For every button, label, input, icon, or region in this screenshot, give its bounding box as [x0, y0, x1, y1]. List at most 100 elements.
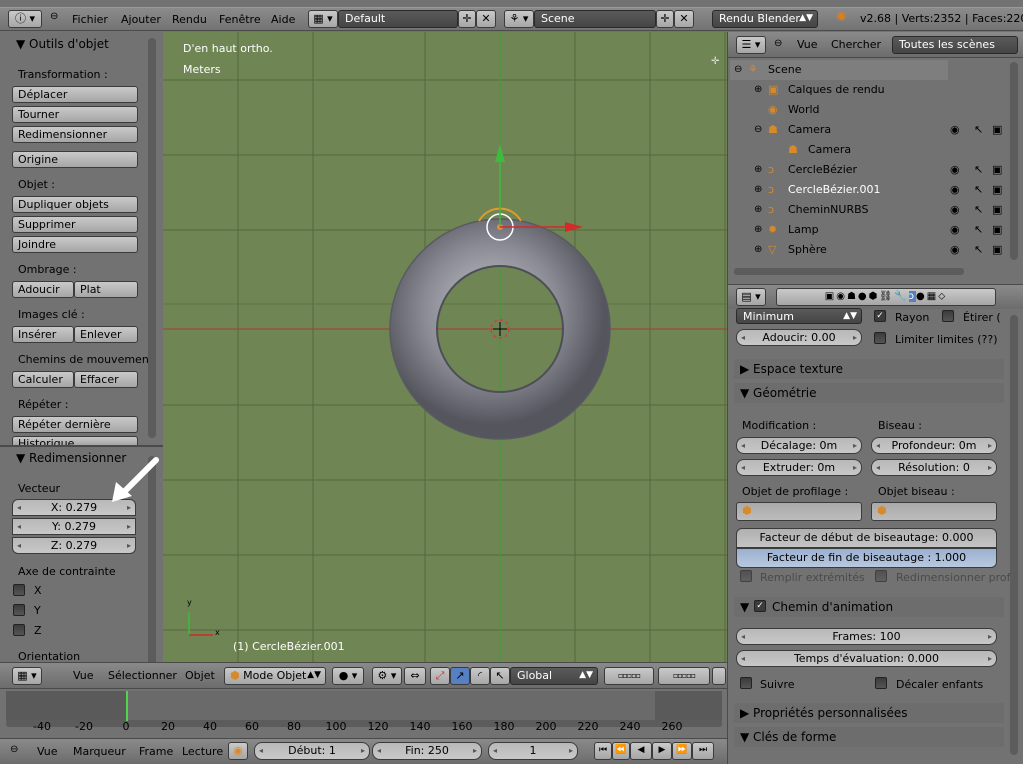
timeline-menu-marker[interactable]: Marqueur — [73, 742, 126, 761]
stretch-checkbox[interactable] — [942, 310, 954, 322]
expand-icon[interactable]: ⊕ — [754, 200, 762, 220]
visibility-eye-icon[interactable]: ◉ — [950, 200, 960, 220]
flat-button[interactable]: Plat — [74, 281, 138, 298]
current-frame-field[interactable]: ◂ 1 ▸ — [488, 742, 578, 760]
outliner-row[interactable]: ⊕ ↄ CercleBézier.001 ◉ ↖ ▣ — [728, 180, 1018, 200]
expand-icon[interactable]: ⊕ — [754, 220, 762, 240]
geometry-panel-header[interactable]: ▼ Géométrie — [734, 383, 1004, 403]
depth-field[interactable]: ◂ Profondeur: 0m ▸ — [871, 437, 997, 454]
jump-start-button[interactable]: ⏮ — [594, 742, 612, 760]
timeline-collapse-icon[interactable]: ⊖ — [10, 744, 18, 755]
outliner-row[interactable]: ⊖ ☗ Camera ◉ ↖ ▣ — [728, 120, 1018, 140]
selectable-cursor-icon[interactable]: ↖ — [974, 160, 983, 180]
insert-key-button[interactable]: Insérer — [12, 326, 74, 343]
props-editor-type[interactable]: ▤ ▾ — [736, 288, 766, 306]
outliner-row[interactable]: ⊕ ▽ Sphère ◉ ↖ ▣ — [728, 240, 1018, 260]
viewport-shading-select[interactable]: ● ▾ — [332, 667, 364, 685]
duplicate-button[interactable]: Dupliquer objets — [12, 196, 138, 213]
render-camera-icon[interactable]: ▣ — [992, 120, 1002, 140]
expand-icon[interactable]: ⊖ — [734, 60, 742, 80]
scene-icon-button[interactable]: ⚘ ▾ — [504, 10, 534, 28]
render-camera-icon[interactable]: ▣ — [992, 240, 1002, 260]
props-tabs[interactable]: ▣◉☗●⬢⛓🔧ↄ●▦⬦ — [776, 288, 996, 306]
render-camera-icon[interactable]: ▣ — [992, 220, 1002, 240]
outliner-row[interactable]: ☗ Camera — [728, 140, 1018, 160]
play-reverse-button[interactable]: ◀ — [630, 742, 652, 760]
view3d-menu-view[interactable]: Vue — [73, 666, 94, 685]
history-button[interactable]: Historique — [12, 436, 138, 445]
selectable-cursor-icon[interactable]: ↖ — [974, 220, 983, 240]
extra-manip[interactable]: ↖ — [490, 667, 510, 685]
fill-caps-checkbox[interactable] — [740, 570, 752, 582]
auto-key-button[interactable]: ◉ — [228, 742, 248, 760]
outliner-row[interactable]: ⊕ ▣ Calques de rendu — [728, 80, 1018, 100]
clear-button[interactable]: Effacer — [74, 371, 138, 388]
timeline[interactable]: -40 -20 0 20 40 60 80 100 120 140 160 180 200 220 240 2… — [0, 688, 727, 736]
layout-name-field[interactable]: Default — [338, 10, 458, 28]
taper-object-field[interactable]: ⬢ — [736, 502, 862, 521]
eval-time-field[interactable]: ◂ Temps d'évaluation: 0.000 ▸ — [736, 650, 997, 667]
follow-checkbox[interactable] — [740, 677, 752, 689]
outliner-hscroll[interactable] — [734, 268, 964, 275]
render-engine-select[interactable]: Rendu Blender ▲▼ — [712, 10, 818, 28]
viewport-expand-icon[interactable]: ✛ — [711, 56, 719, 67]
view3d-menu-select[interactable]: Sélectionner — [108, 666, 177, 685]
visibility-eye-icon[interactable]: ◉ — [950, 240, 960, 260]
selectable-cursor-icon[interactable]: ↖ — [974, 240, 983, 260]
start-frame-field[interactable]: ◂ Début: 1 ▸ — [254, 742, 370, 760]
manipulator-toggle[interactable]: ⇔ — [404, 667, 426, 685]
expand-icon[interactable]: ⊕ — [754, 160, 762, 180]
remove-scene-button[interactable]: ✕ — [674, 10, 694, 28]
smooth-button[interactable]: Adoucir — [12, 281, 74, 298]
layers-group-1[interactable]: ▫▫▫▫▫ — [604, 667, 654, 685]
play-button[interactable]: ▶ — [652, 742, 672, 760]
lock-layers-button[interactable] — [712, 667, 726, 685]
expand-icon[interactable]: ⊕ — [754, 80, 762, 100]
limit-checkbox[interactable] — [874, 332, 886, 344]
bevel-object-field[interactable]: ⬢ — [871, 502, 997, 521]
props-scroll[interactable] — [1010, 315, 1018, 755]
render-camera-icon[interactable]: ▣ — [992, 200, 1002, 220]
outliner-filter-select[interactable]: Toutes les scènes — [892, 36, 1018, 54]
offset-children-checkbox[interactable] — [875, 677, 887, 689]
repeat-last-button[interactable]: Répéter dernière — [12, 416, 138, 433]
selectable-cursor-icon[interactable]: ↖ — [974, 180, 983, 200]
resolution-field[interactable]: ◂ Résolution: 0 ▸ — [871, 459, 997, 476]
viewport-3d[interactable]: D'en haut ortho. Meters (1) CercleBézier… — [163, 32, 727, 662]
menu-render[interactable]: Rendu — [172, 10, 207, 29]
selectable-cursor-icon[interactable]: ↖ — [974, 120, 983, 140]
add-scene-button[interactable]: ✛ — [656, 10, 674, 28]
view3d-editor-type[interactable]: ▦ ▾ — [12, 667, 42, 685]
outliner-vscroll[interactable] — [1010, 62, 1018, 260]
tex-space-panel[interactable]: ▶ Espace texture — [734, 359, 1004, 379]
view3d-menu-object[interactable]: Objet — [185, 666, 215, 685]
outliner-menu-view[interactable]: Vue — [797, 35, 818, 54]
rotate-manip[interactable]: ↗ — [450, 667, 470, 685]
visibility-eye-icon[interactable]: ◉ — [950, 220, 960, 240]
timeline-menu-playback[interactable]: Lecture — [182, 742, 223, 761]
remove-key-button[interactable]: Enlever — [74, 326, 138, 343]
path-anim-checkbox[interactable]: ✓ — [754, 600, 766, 612]
tools-panel-title[interactable]: ▼ Outils d'objet — [16, 37, 109, 51]
visibility-eye-icon[interactable]: ◉ — [950, 180, 960, 200]
rotate-button[interactable]: Tourner — [12, 106, 138, 123]
custom-props-panel[interactable]: ▶ Propriétés personnalisées — [734, 703, 1004, 723]
visibility-eye-icon[interactable]: ◉ — [950, 160, 960, 180]
menu-add[interactable]: Ajouter — [121, 10, 161, 29]
outliner-row[interactable]: ◉ World — [728, 100, 1018, 120]
menu-help[interactable]: Aide — [271, 10, 295, 29]
translate-manip[interactable]: ⤢ — [430, 667, 450, 685]
resize-profile-checkbox[interactable] — [875, 570, 887, 582]
scale-button[interactable]: Redimensionner — [12, 126, 138, 143]
outliner-row[interactable]: ⊕ ↄ CercleBézier ◉ ↖ ▣ — [728, 160, 1018, 180]
origin-button[interactable]: Origine — [12, 151, 138, 168]
scene-name-field[interactable]: Scene — [534, 10, 656, 28]
constraint-x-checkbox[interactable] — [13, 584, 25, 596]
outliner-collapse-icon[interactable]: ⊖ — [774, 38, 782, 49]
frames-field[interactable]: ◂ Frames: 100 ▸ — [736, 628, 997, 645]
timeline-menu-view[interactable]: Vue — [37, 742, 58, 761]
render-camera-icon[interactable]: ▣ — [992, 180, 1002, 200]
expand-icon[interactable]: ⊖ — [754, 120, 762, 140]
current-frame-line[interactable] — [126, 691, 128, 721]
outliner-row[interactable]: ⊕ ✹ Lamp ◉ ↖ ▣ — [728, 220, 1018, 240]
